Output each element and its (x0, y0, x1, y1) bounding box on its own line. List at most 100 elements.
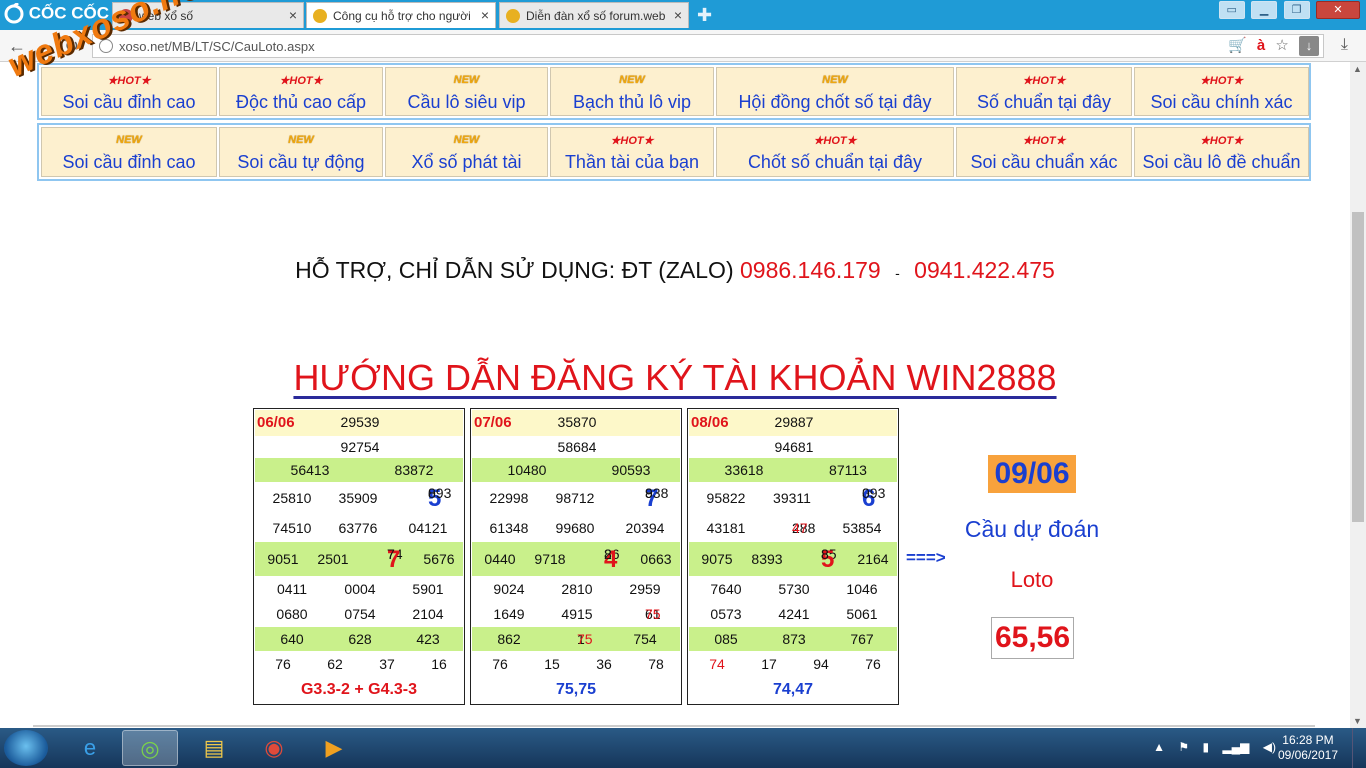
flag-icon[interactable]: ⚑ (1178, 740, 1189, 754)
nav-item-so-chuan[interactable]: ★HOT★ Số chuẩn tại đây (956, 67, 1132, 116)
registration-guide-title[interactable]: HƯỚNG DẪN ĐĂNG KÝ TÀI KHOẢN WIN2888 (0, 357, 1350, 399)
tab-label: Công cụ hỗ trợ cho người (333, 9, 471, 23)
nav-item-hoi-dong[interactable]: NEW Hội đồng chốt số tại đây (716, 67, 954, 116)
prize-5: 0573 (710, 606, 742, 622)
star-icon[interactable]: ☆ (1275, 36, 1288, 54)
internet-explorer-icon[interactable]: e (62, 730, 118, 766)
nav-item-label: Cầu lô siêu vip (407, 92, 526, 112)
taskbar-clock[interactable]: 16:28 PM 09/06/2017 (1278, 733, 1338, 763)
prize-3: 98712 (555, 490, 595, 506)
result-date: 07/06 (474, 414, 512, 431)
prize-5: 2959 (629, 581, 661, 597)
prize-4: 2501 (317, 551, 349, 567)
tab-cong-cu[interactable]: Công cụ hỗ trợ cho người × (306, 2, 496, 28)
prize-1: 58684 (557, 439, 597, 455)
download-icon[interactable]: ↓ (1299, 36, 1319, 56)
media-player-icon[interactable]: ▶ (306, 730, 362, 766)
prize-7: 15 (544, 656, 560, 672)
new-tab-icon[interactable]: ✚ (697, 5, 712, 26)
support-text: HỖ TRỢ, CHỈ DẪN SỬ DỤNG: ĐT (ZALO) (295, 257, 734, 283)
support-phone-2[interactable]: 0941.422.475 (914, 257, 1055, 283)
prize-6: 423 (416, 631, 440, 647)
nav-item-soi-cau-lo-de[interactable]: ★HOT★ Soi cầu lô đề chuẩn (1134, 127, 1309, 177)
nav-item-soi-cau-tu-dong[interactable]: NEW Soi cầu tự động (219, 127, 383, 177)
special-prize: 29887 (774, 414, 814, 430)
result-date: 08/06 (691, 414, 729, 431)
prize-5: 4241 (778, 606, 810, 622)
nav-item-chot-so[interactable]: ★HOT★ Chốt số chuẩn tại đây (716, 127, 954, 177)
new-badge: NEW (822, 74, 848, 86)
prize-3: 74510 (272, 520, 312, 536)
nav-item-doc-thu[interactable]: ★HOT★ Độc thủ cao cấp (219, 67, 383, 116)
translate-icon[interactable]: à (1257, 37, 1265, 54)
profile-icon[interactable]: ▭ (1218, 1, 1245, 19)
maximize-icon[interactable]: ❐ (1283, 1, 1310, 19)
url-text: xoso.net/MB/LT/SC/CauLoto.aspx (119, 39, 315, 54)
nav-item-label: Số chuẩn tại đây (976, 92, 1112, 112)
nav-item-cau-lo-sieu-vip[interactable]: NEW Cầu lô siêu vip (385, 67, 548, 116)
prize-5: 2104 (412, 606, 444, 622)
prediction-value: 65,56 (991, 617, 1074, 659)
tab-favicon-icon (506, 9, 520, 23)
tab-dien-dan[interactable]: Diễn đàn xổ số forum.web × (499, 2, 689, 28)
prize-7: 78 (648, 656, 664, 672)
close-tab-icon[interactable]: × (674, 7, 682, 23)
cart-icon[interactable]: 🛒 (1228, 36, 1247, 54)
close-tab-icon[interactable]: × (289, 7, 297, 23)
page-scrollbar[interactable]: ▲ ▼ (1350, 62, 1366, 728)
clock-date: 09/06/2017 (1277, 748, 1338, 762)
prize-2: 90593 (611, 462, 651, 478)
prize-7: 62 (327, 656, 343, 672)
chrome-icon[interactable]: ◉ (246, 730, 302, 766)
prize-5: 9024 (493, 581, 525, 597)
windows-taskbar: e ◎ ▤ ◉ ▶ ▲ ⚑ ▮ ▂▄▆ ◀) 16:28 PM 09/06/20… (0, 728, 1366, 768)
prize-3: 53854 (842, 520, 882, 536)
nav-item-soi-cau-dinh-cao[interactable]: ★HOT★ Soi cầu đỉnh cao (41, 67, 217, 116)
prize-7: 94 (813, 656, 829, 672)
result-footer: 74,47 (772, 681, 814, 698)
special-prize: 29539 (340, 414, 380, 430)
nav-item-label: Hội đồng chốt số tại đây (738, 92, 932, 112)
prize-4: 0440 (484, 551, 516, 567)
scroll-down-icon[interactable]: ▼ (1353, 716, 1362, 726)
nav-item-soi-cau-chuan-xac[interactable]: ★HOT★ Soi cầu chuẩn xác (956, 127, 1132, 177)
address-bar[interactable]: xoso.net/MB/LT/SC/CauLoto.aspx 🛒 à ☆ ↓ (92, 34, 1324, 58)
browser-toolbar: ← → ↻ xoso.net/MB/LT/SC/CauLoto.aspx 🛒 à… (0, 30, 1366, 62)
minimize-icon[interactable]: ▁ (1251, 1, 1278, 19)
nav-item-than-tai[interactable]: ★HOT★ Thần tài của bạn (550, 127, 714, 177)
menu-icon[interactable]: ⤓ (1341, 36, 1348, 54)
nav-item-xo-so-phat-tai[interactable]: NEW Xổ số phát tài (385, 127, 548, 177)
prize-3: 25810 (272, 490, 312, 506)
tab-favicon-icon (313, 9, 327, 23)
support-phone-1[interactable]: 0986.146.179 (740, 257, 881, 283)
prize-3: 20394 (625, 520, 665, 536)
scroll-up-icon[interactable]: ▲ (1353, 64, 1362, 74)
show-desktop-button[interactable] (1352, 728, 1366, 768)
start-button[interactable] (4, 730, 48, 766)
prize-6: 640 (280, 631, 304, 647)
prize-5: 1046 (846, 581, 878, 597)
prize-3: 22998 (489, 490, 529, 506)
prize-5: 4915 (561, 606, 593, 622)
coccoc-browser-icon[interactable]: ◎ (122, 730, 178, 766)
prize-3: 43181 (706, 520, 746, 536)
nav-item-label: Soi cầu đỉnh cao (62, 92, 196, 112)
nav-item-bach-thu[interactable]: NEW Bạch thủ lô vip (550, 67, 714, 116)
prize-5: 0004 (344, 581, 376, 597)
result-table-0806: 08/06 29887 94681 33618 87113 95822 39311 3 6… (687, 408, 899, 705)
support-separator: - (895, 265, 900, 281)
highlighted-loto: 75 (577, 631, 593, 647)
prize-4: 5676 (423, 551, 455, 567)
close-window-icon[interactable]: ✕ (1316, 1, 1360, 19)
nav-item-label: Chốt số chuẩn tại đây (747, 152, 923, 172)
close-tab-icon[interactable]: × (481, 7, 489, 23)
prize-3: 35909 (338, 490, 378, 506)
volume-icon[interactable]: ◀) (1263, 740, 1276, 754)
scrollbar-thumb[interactable] (1352, 212, 1364, 522)
network-icon[interactable]: ▂▄▆ (1222, 740, 1249, 754)
show-hidden-icons-icon[interactable]: ▲ (1153, 740, 1165, 754)
nav-item-soi-cau-dinh-cao-2[interactable]: NEW Soi cầu đỉnh cao (41, 127, 217, 177)
battery-icon[interactable]: ▮ (1203, 740, 1210, 754)
file-explorer-icon[interactable]: ▤ (186, 730, 242, 766)
nav-item-soi-cau-chinh-xac[interactable]: ★HOT★ Soi cầu chính xác (1134, 67, 1309, 116)
